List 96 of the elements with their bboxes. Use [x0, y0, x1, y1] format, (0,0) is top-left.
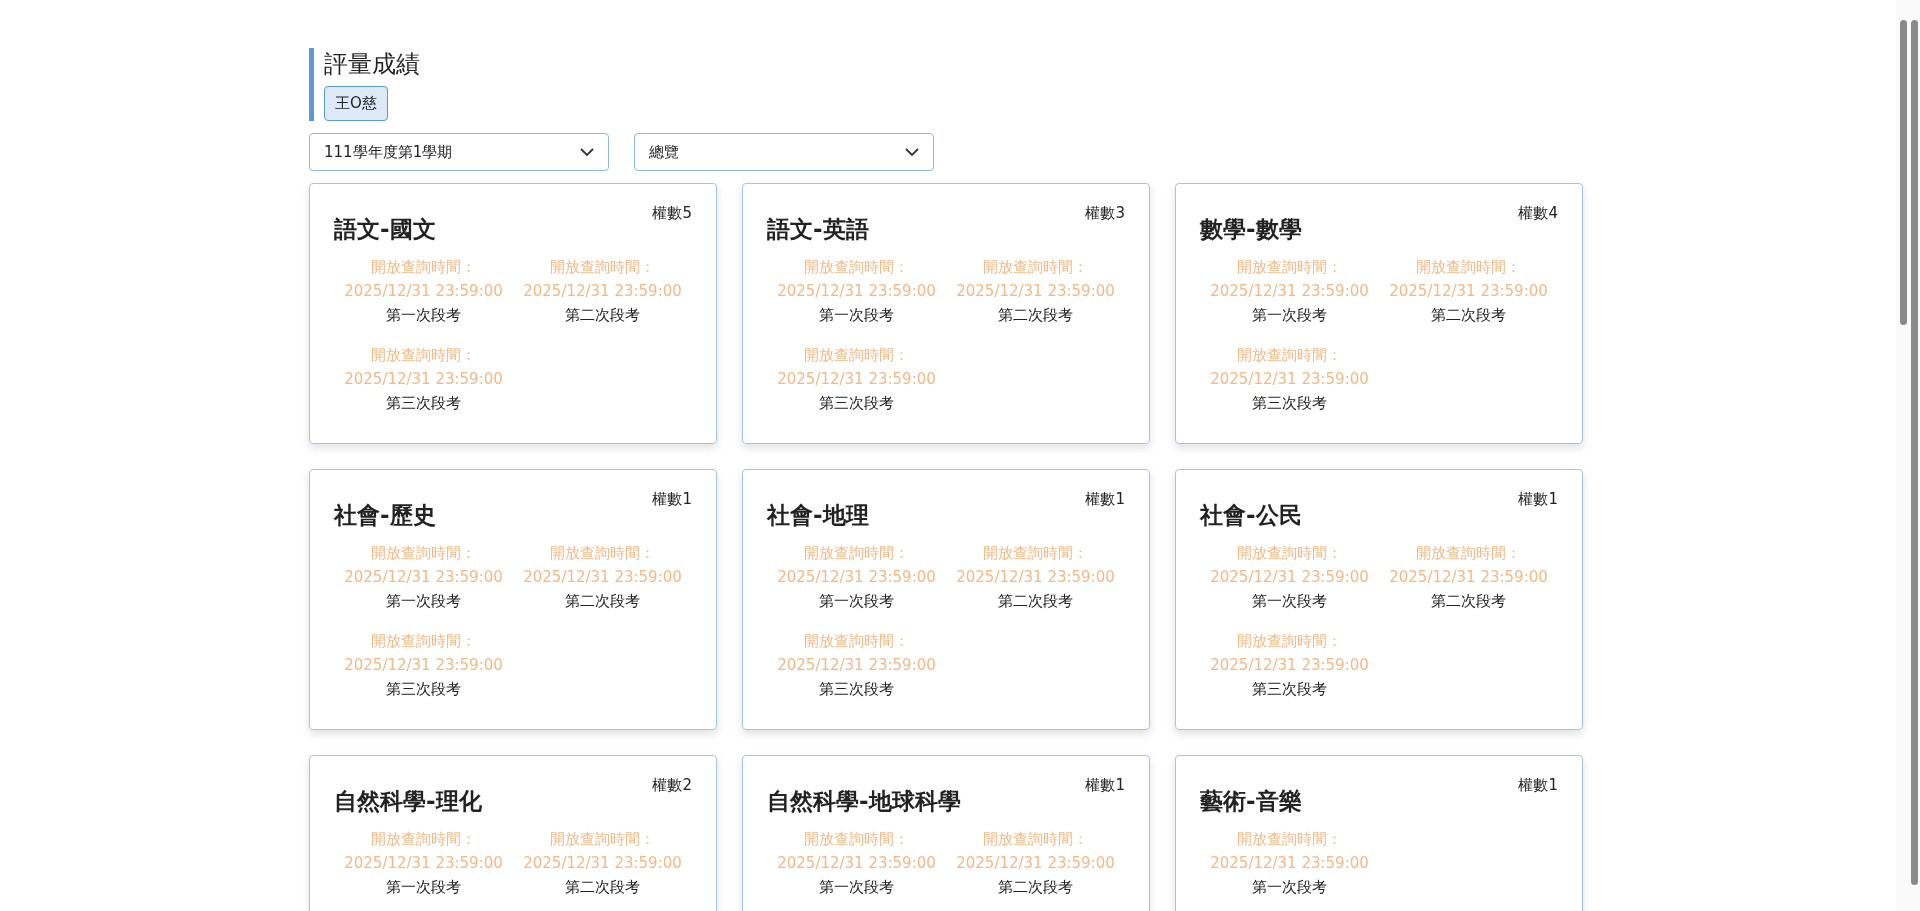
- select-dropdown[interactable]: 111學年度第1學期: [309, 133, 609, 171]
- exam-name: 第二次段考: [565, 591, 640, 612]
- exam-name: 第三次段考: [819, 393, 894, 414]
- chevron-down-icon: [905, 147, 919, 157]
- subject-name: 語文-國文: [334, 215, 436, 244]
- open-time-value: 2025/12/31 23:59:00: [344, 853, 503, 874]
- subject-name: 自然科學-理化: [334, 787, 482, 816]
- exam-name: 第三次段考: [386, 393, 461, 414]
- page-title: 評量成績: [324, 49, 420, 80]
- open-time-label: 開放查詢時間：: [983, 829, 1088, 850]
- open-time-label: 開放查詢時間：: [371, 829, 476, 850]
- open-time-value: 2025/12/31 23:59:00: [1389, 281, 1548, 302]
- open-time-value: 2025/12/31 23:59:00: [956, 567, 1115, 588]
- open-time-label: 開放查詢時間：: [1416, 257, 1521, 278]
- open-time-value: 2025/12/31 23:59:00: [344, 369, 503, 390]
- exam-name: 第二次段考: [998, 591, 1073, 612]
- student-button[interactable]: 王O慈: [324, 86, 388, 121]
- open-time-value: 2025/12/31 23:59:00: [344, 567, 503, 588]
- open-time-value: 2025/12/31 23:59:00: [344, 655, 503, 676]
- open-time-label: 開放查詢時間：: [371, 257, 476, 278]
- open-time-value: 2025/12/31 23:59:00: [777, 369, 936, 390]
- open-time-label: 開放查詢時間：: [804, 345, 909, 366]
- exam-name: 第一次段考: [386, 877, 461, 898]
- subject-name: 藝術-音樂: [1200, 787, 1302, 816]
- exam-name: 第一次段考: [1252, 877, 1327, 898]
- open-time-value: 2025/12/31 23:59:00: [1210, 655, 1369, 676]
- open-time-value: 2025/12/31 23:59:00: [1210, 567, 1369, 588]
- open-time-label: 開放查詢時間：: [371, 345, 476, 366]
- open-time-label: 開放查詢時間：: [1237, 543, 1342, 564]
- weight-label: 權數5: [652, 204, 692, 223]
- open-time-label: 開放查詢時間：: [804, 631, 909, 652]
- open-time-value: 2025/12/31 23:59:00: [777, 281, 936, 302]
- open-time-label: 開放查詢時間：: [371, 543, 476, 564]
- exam-name: 第一次段考: [819, 877, 894, 898]
- exam-name: 第一次段考: [386, 591, 461, 612]
- select-dropdown[interactable]: 總覽: [634, 133, 934, 171]
- subject-name: 社會-公民: [1200, 501, 1302, 530]
- exam-name: 第二次段考: [998, 877, 1073, 898]
- exam-name: 第一次段考: [1252, 305, 1327, 326]
- open-time-label: 開放查詢時間：: [550, 543, 655, 564]
- exam-name: 第一次段考: [819, 305, 894, 326]
- chevron-down-icon: [580, 147, 594, 157]
- open-time-value: 2025/12/31 23:59:00: [523, 853, 682, 874]
- exam-name: 第二次段考: [998, 305, 1073, 326]
- scrollbar-thumb[interactable]: [1900, 20, 1907, 325]
- exam-name: 第三次段考: [819, 679, 894, 700]
- subject-name: 數學-數學: [1200, 215, 1302, 244]
- open-time-value: 2025/12/31 23:59:00: [523, 281, 682, 302]
- subject-name: 社會-地理: [767, 501, 869, 530]
- exam-name: 第一次段考: [1252, 591, 1327, 612]
- open-time-label: 開放查詢時間：: [804, 257, 909, 278]
- open-time-label: 開放查詢時間：: [1237, 345, 1342, 366]
- open-time-value: 2025/12/31 23:59:00: [777, 655, 936, 676]
- open-time-value: 2025/12/31 23:59:00: [1210, 369, 1369, 390]
- open-time-value: 2025/12/31 23:59:00: [1389, 567, 1548, 588]
- open-time-value: 2025/12/31 23:59:00: [344, 281, 503, 302]
- exam-name: 第三次段考: [1252, 393, 1327, 414]
- open-time-label: 開放查詢時間：: [1237, 829, 1342, 850]
- exam-name: 第一次段考: [386, 305, 461, 326]
- weight-label: 權數4: [1518, 204, 1558, 223]
- weight-label: 權數1: [1518, 490, 1558, 509]
- subject-name: 社會-歷史: [334, 501, 436, 530]
- weight-label: 權數1: [652, 490, 692, 509]
- open-time-value: 2025/12/31 23:59:00: [523, 567, 682, 588]
- open-time-label: 開放查詢時間：: [371, 631, 476, 652]
- open-time-label: 開放查詢時間：: [1416, 543, 1521, 564]
- open-time-label: 開放查詢時間：: [550, 257, 655, 278]
- open-time-label: 開放查詢時間：: [1237, 257, 1342, 278]
- weight-label: 權數1: [1518, 776, 1558, 795]
- scrollbar-thumb[interactable]: [1911, 20, 1918, 885]
- exam-name: 第三次段考: [1252, 679, 1327, 700]
- open-time-label: 開放查詢時間：: [804, 543, 909, 564]
- exam-name: 第二次段考: [565, 305, 640, 326]
- open-time-value: 2025/12/31 23:59:00: [1210, 281, 1369, 302]
- subject-name: 語文-英語: [767, 215, 869, 244]
- exam-name: 第二次段考: [1431, 305, 1506, 326]
- weight-label: 權數1: [1085, 776, 1125, 795]
- weight-label: 權數3: [1085, 204, 1125, 223]
- open-time-label: 開放查詢時間：: [983, 257, 1088, 278]
- weight-label: 權數1: [1085, 490, 1125, 509]
- weight-label: 權數2: [652, 776, 692, 795]
- open-time-label: 開放查詢時間：: [983, 543, 1088, 564]
- exam-name: 第二次段考: [1431, 591, 1506, 612]
- open-time-value: 2025/12/31 23:59:00: [777, 853, 936, 874]
- exam-name: 第三次段考: [386, 679, 461, 700]
- exam-name: 第二次段考: [565, 877, 640, 898]
- open-time-label: 開放查詢時間：: [550, 829, 655, 850]
- subject-name: 自然科學-地球科學: [767, 787, 961, 816]
- scrollbar[interactable]: [1896, 0, 1920, 911]
- open-time-value: 2025/12/31 23:59:00: [1210, 853, 1369, 874]
- open-time-label: 開放查詢時間：: [1237, 631, 1342, 652]
- open-time-value: 2025/12/31 23:59:00: [956, 853, 1115, 874]
- open-time-label: 開放查詢時間：: [804, 829, 909, 850]
- open-time-value: 2025/12/31 23:59:00: [956, 281, 1115, 302]
- open-time-value: 2025/12/31 23:59:00: [777, 567, 936, 588]
- exam-name: 第一次段考: [819, 591, 894, 612]
